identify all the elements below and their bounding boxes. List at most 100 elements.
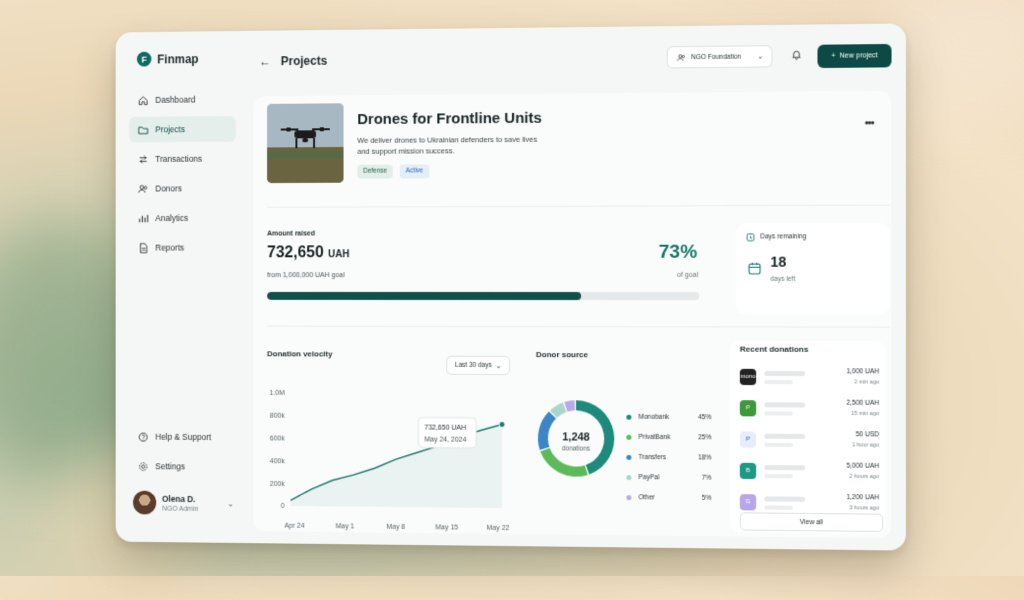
sidebar-item-label: Transactions xyxy=(155,154,202,164)
donation-amount: 1,000 UAH xyxy=(846,368,879,375)
back-arrow-icon[interactable]: ← xyxy=(259,54,271,68)
x-tick-label: May 22 xyxy=(487,525,510,532)
x-tick-label: Apr 24 xyxy=(284,523,304,530)
recent-donations-card: Recent donations mono 1,000 UAH 2 min ago P… xyxy=(730,341,886,535)
legend-item: PayPal 7% xyxy=(626,467,711,488)
bell-icon[interactable] xyxy=(791,49,802,63)
y-tick-label: 200k xyxy=(270,481,285,488)
x-tick-label: May 1 xyxy=(336,523,355,530)
plus-icon: + xyxy=(831,53,835,60)
placeholder-bar xyxy=(764,505,793,509)
more-options-icon[interactable]: ••• xyxy=(865,117,874,129)
donut-center-label: donations xyxy=(562,445,590,452)
sidebar: F Finmap Dashboard Projects Transactions Do… xyxy=(116,31,244,543)
avatar xyxy=(133,491,156,515)
status-badge: Active xyxy=(400,164,429,178)
sidebar-item-dashboard[interactable]: Dashboard xyxy=(129,86,236,113)
legend-item: Monobank 45% xyxy=(626,407,711,428)
bar-chart-icon xyxy=(138,213,149,224)
header: ← Projects NGO Foundation ⌄ + New projec… xyxy=(251,42,893,78)
brand[interactable]: F Finmap xyxy=(137,51,199,66)
sidebar-item-settings[interactable]: Settings xyxy=(129,453,236,479)
amount-raised-label: Amount raised xyxy=(267,230,315,237)
donor-source-title: Donor source xyxy=(536,350,588,359)
legend-swatch xyxy=(626,474,631,479)
goal-text: from 1,000,000 UAH goal xyxy=(267,272,344,279)
tooltip-date: May 24, 2024 xyxy=(424,436,466,443)
folder-icon xyxy=(138,124,149,135)
amount-raised-number: 732,650 xyxy=(267,244,324,261)
sidebar-item-label: Analytics xyxy=(155,213,188,223)
payment-source-icon: P xyxy=(740,431,756,447)
placeholder-bar xyxy=(764,402,805,407)
donut-slice-other[interactable] xyxy=(564,400,575,411)
days-remaining-label: Days remaining xyxy=(760,233,806,240)
main-content: Drones for Frontline Units We deliver dr… xyxy=(253,91,891,538)
sidebar-item-projects[interactable]: Projects xyxy=(129,116,236,142)
legend-swatch xyxy=(626,414,631,419)
sidebar-item-analytics[interactable]: Analytics xyxy=(129,205,236,231)
donation-time: 2 min ago xyxy=(854,379,879,385)
days-left-label: days left xyxy=(770,276,795,283)
gear-icon xyxy=(138,461,149,472)
home-icon xyxy=(138,95,149,106)
legend-item: Transfers 18% xyxy=(626,447,711,468)
amount-raised-unit: UAH xyxy=(328,249,349,260)
calendar-icon xyxy=(748,262,761,275)
placeholder-bar xyxy=(764,434,805,439)
list-item[interactable]: P 50 USD 1 hour ago xyxy=(740,429,883,454)
payment-source-icon: P xyxy=(740,400,756,416)
donut-slice-transfers[interactable] xyxy=(538,412,556,451)
clock-icon xyxy=(746,232,755,241)
new-project-button[interactable]: + New project xyxy=(817,44,891,68)
funding-progress-bar xyxy=(267,292,699,300)
org-select[interactable]: NGO Foundation ⌄ xyxy=(667,45,773,68)
list-item[interactable]: P 2,500 UAH 15 min ago xyxy=(740,398,883,423)
goal-percent-label: of goal xyxy=(677,272,698,279)
document-icon xyxy=(138,242,149,253)
sidebar-item-label: Dashboard xyxy=(155,95,195,105)
user-menu[interactable]: Olena D. NGO Admin ⌄ xyxy=(133,487,234,520)
divider xyxy=(267,326,889,328)
users-icon xyxy=(677,53,686,62)
sidebar-item-donors[interactable]: Donors xyxy=(129,175,236,201)
tag-defense: Defense xyxy=(357,165,393,179)
legend-label: Other xyxy=(638,494,654,501)
sidebar-bottom-nav: Help & Support Settings xyxy=(129,424,236,484)
donor-source-chart: 1,248 donations xyxy=(532,390,622,487)
donation-time: 15 min ago xyxy=(851,411,879,417)
sidebar-item-label: Projects xyxy=(155,124,185,134)
velocity-title: Donation velocity xyxy=(267,349,332,358)
velocity-last-point[interactable] xyxy=(499,421,505,427)
placeholder-bar xyxy=(764,371,805,376)
legend-label: Monobank xyxy=(638,413,669,420)
donation-time: 1 hour ago xyxy=(852,442,879,448)
placeholder-bar xyxy=(764,411,793,415)
legend-value: 25% xyxy=(698,434,711,441)
view-all-button[interactable]: View all xyxy=(740,512,883,532)
donation-time: 2 hours ago xyxy=(849,474,879,480)
sidebar-item-label: Help & Support xyxy=(155,432,211,442)
user-name: Olena D. xyxy=(162,493,198,503)
donation-amount: 1,200 UAH xyxy=(846,494,879,501)
sidebar-item-reports[interactable]: Reports xyxy=(129,235,236,261)
donut-center-value: 1,248 xyxy=(562,431,590,443)
range-select[interactable]: Last 30 days ⌄ xyxy=(446,356,510,375)
placeholder-bar xyxy=(764,474,793,478)
chart-tooltip: 732,650 UAHMay 24, 2024 xyxy=(419,418,477,448)
y-tick-label: 1.0M xyxy=(269,390,284,397)
days-remaining-card: Days remaining 18 days left xyxy=(736,223,890,315)
donation-amount: 2,500 UAH xyxy=(846,400,879,407)
sidebar-item-transactions[interactable]: Transactions xyxy=(129,146,236,172)
transactions-icon xyxy=(138,154,149,165)
list-item[interactable]: mono 1,000 UAH 2 min ago xyxy=(740,367,883,392)
placeholder-bar xyxy=(764,380,793,384)
range-select-value: Last 30 days xyxy=(455,362,492,369)
legend-swatch xyxy=(626,495,631,500)
legend-item: PrivatBank 25% xyxy=(626,427,711,448)
list-item[interactable]: B 5,000 UAH 2 hours ago xyxy=(740,461,883,486)
recent-donations-title: Recent donations xyxy=(740,345,809,354)
sidebar-item-help-support[interactable]: Help & Support xyxy=(129,424,236,450)
funding-progress-fill xyxy=(267,292,581,300)
payment-source-icon: mono xyxy=(740,369,756,385)
